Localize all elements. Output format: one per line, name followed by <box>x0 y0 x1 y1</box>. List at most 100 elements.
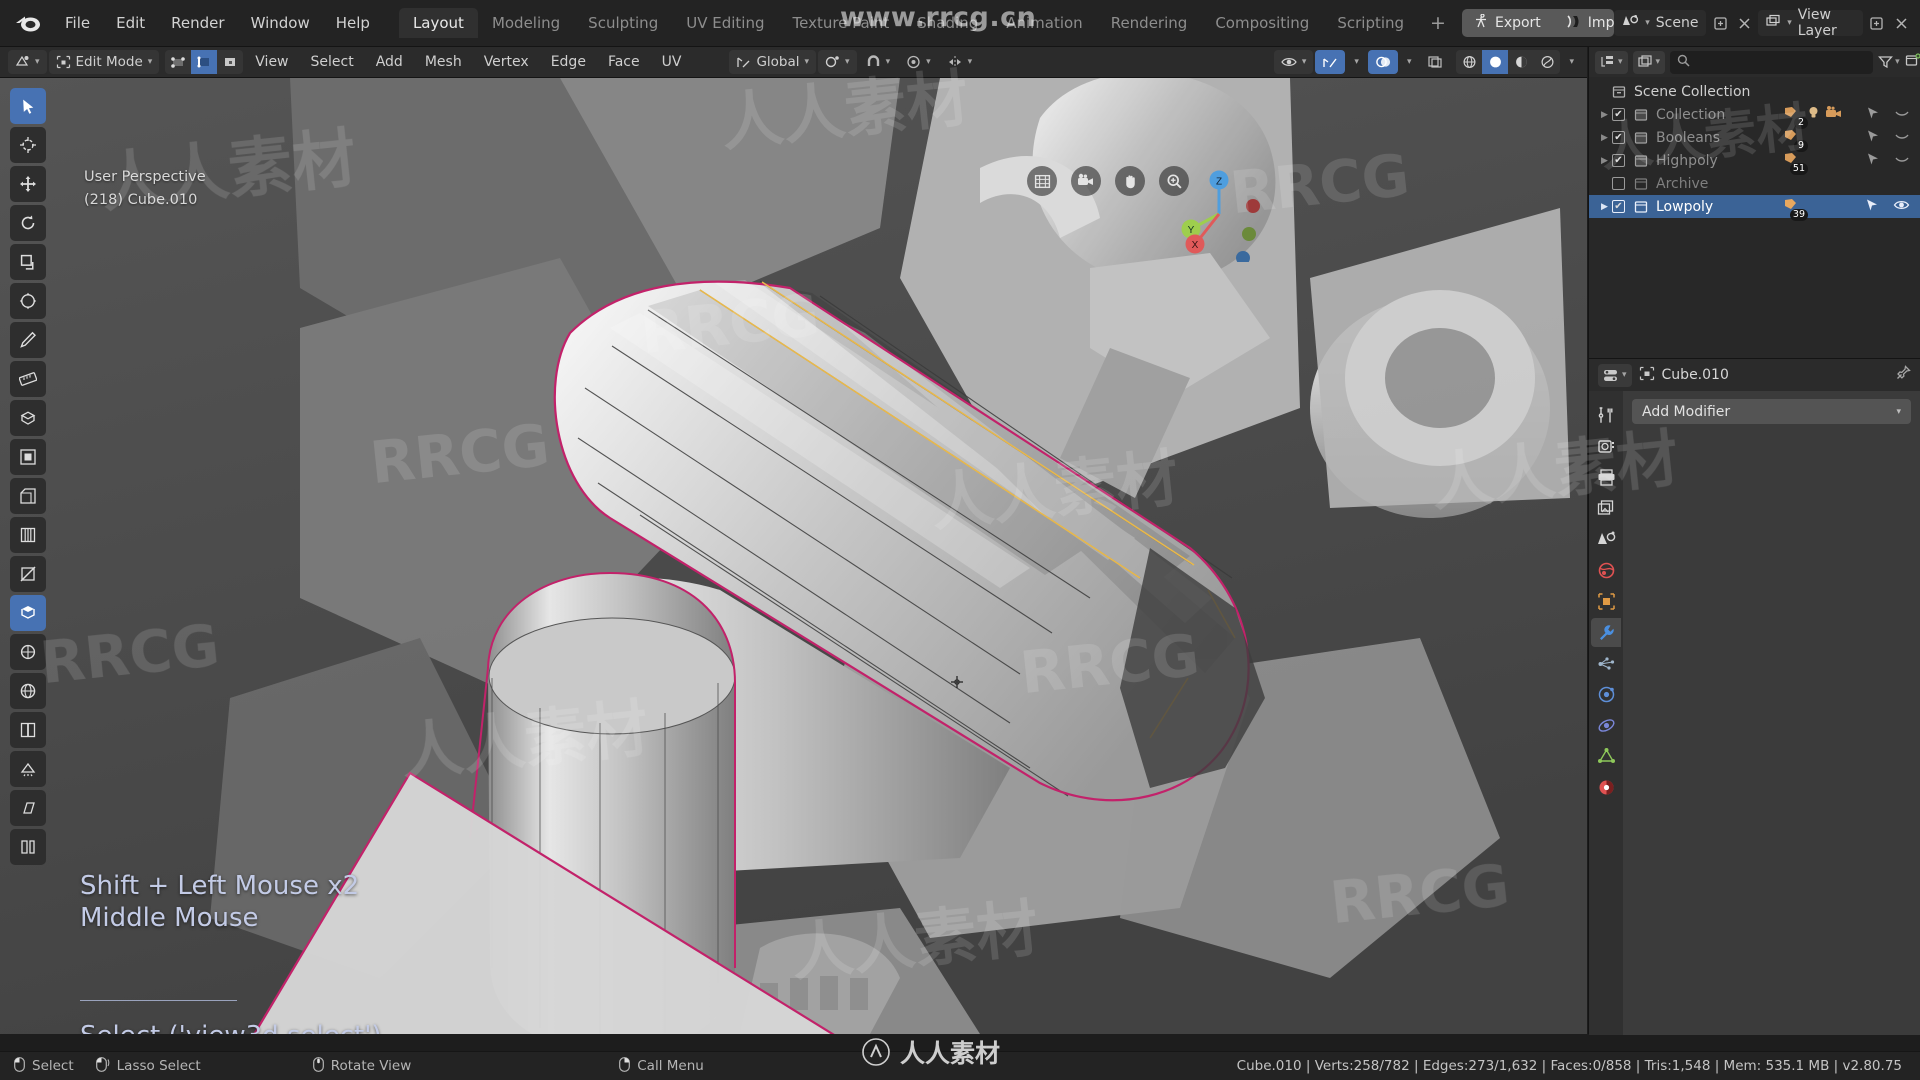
tool-inset-faces[interactable] <box>10 439 46 475</box>
tool-bevel[interactable] <box>10 478 46 514</box>
view-axis-gizmo[interactable]: Z Y X <box>1171 166 1267 262</box>
booleans-checkbox[interactable]: ✔ <box>1612 131 1625 144</box>
select-arrow-icon[interactable] <box>1866 129 1881 147</box>
shading-dropdown[interactable]: ▾ <box>1562 50 1581 74</box>
shading-solid-icon[interactable] <box>1482 50 1509 74</box>
scene-selector[interactable]: ▾ Scene <box>1614 10 1707 36</box>
camera-view-icon[interactable] <box>1071 166 1101 196</box>
viewport-gizmos-toggle[interactable] <box>1315 50 1346 74</box>
shading-rendered-icon[interactable] <box>1534 50 1560 74</box>
tool-loop-cut[interactable] <box>10 517 46 553</box>
proportional-editing-icon[interactable]: ▾ <box>899 50 938 74</box>
menu-help[interactable]: Help <box>323 10 383 36</box>
properties-tab-render[interactable] <box>1591 432 1621 461</box>
pan-view-icon[interactable] <box>1115 166 1145 196</box>
outliner-restrict-collection[interactable] <box>1866 106 1910 124</box>
tab-animation[interactable]: Animation <box>992 8 1096 38</box>
menu-add[interactable]: Add <box>366 51 413 73</box>
gizmos-dropdown[interactable]: ▾ <box>1347 50 1366 74</box>
add-modifier-button[interactable]: Add Modifier ▾ <box>1632 399 1911 424</box>
tab-import[interactable]: Import <box>1553 9 1614 37</box>
tool-knife[interactable] <box>10 556 46 592</box>
import-export-tabs[interactable]: Export Import <box>1461 9 1615 37</box>
tab-export[interactable]: Export <box>1462 9 1553 37</box>
tab-texture-paint[interactable]: Texture Paint <box>778 8 903 38</box>
remove-layer-icon[interactable] <box>1891 10 1912 36</box>
toggle-orthographic-icon[interactable] <box>1027 166 1057 196</box>
workspace-tabs[interactable]: Layout Modeling Sculpting UV Editing Tex… <box>398 8 1458 38</box>
3d-viewport[interactable]: User Perspective (218) Cube.010 Shift + … <box>0 78 1587 1034</box>
menu-uv[interactable]: UV <box>652 51 692 73</box>
viewport-overlays-toggle[interactable] <box>1367 50 1398 74</box>
disclosure-triangle-icon[interactable]: ▶ <box>1597 202 1612 212</box>
add-workspace-button[interactable]: + <box>1418 12 1458 34</box>
select-arrow-icon[interactable] <box>1866 106 1881 124</box>
viewport-nav-buttons[interactable] <box>1027 166 1189 196</box>
properties-tab-particles[interactable] <box>1591 649 1621 678</box>
interaction-mode-selector[interactable]: Edit Mode ▾ <box>48 50 160 74</box>
face-select-mode-icon[interactable] <box>217 50 243 74</box>
tool-poly-build[interactable] <box>10 595 46 631</box>
shading-wireframe-icon[interactable] <box>1456 50 1482 74</box>
editor-type-selector[interactable]: ▾ <box>8 50 47 74</box>
properties-editor-icon[interactable]: ▾ <box>1598 363 1632 387</box>
viewport-visibility-selector[interactable]: ▾ <box>1273 50 1314 74</box>
disclosure-triangle-icon[interactable]: ▶ <box>1597 110 1612 120</box>
outliner-row-booleans[interactable]: ▶ ✔ Booleans 9 <box>1589 126 1920 152</box>
pin-icon[interactable] <box>1895 365 1911 385</box>
hide-closed-eye-icon[interactable] <box>1894 152 1910 170</box>
menu-window[interactable]: Window <box>238 10 323 36</box>
shading-mode-group[interactable] <box>1456 50 1561 74</box>
tool-move[interactable] <box>10 166 46 202</box>
filter-funnel-icon[interactable]: ▾ <box>1878 55 1900 69</box>
tool-smooth[interactable] <box>10 673 46 709</box>
tool-tweak-select[interactable] <box>10 88 46 124</box>
new-layer-icon[interactable] <box>1866 10 1887 36</box>
select-arrow-icon[interactable] <box>1866 152 1881 170</box>
disclosure-triangle-icon[interactable]: ▶ <box>1597 156 1612 166</box>
tab-layout[interactable]: Layout <box>398 8 478 38</box>
tool-rotate[interactable] <box>10 205 46 241</box>
tool-scale[interactable] <box>10 244 46 280</box>
tool-edge-slide[interactable] <box>10 712 46 748</box>
properties-tab-modifier[interactable] <box>1591 618 1621 647</box>
disclosure-triangle-icon[interactable]: ▶ <box>1597 133 1612 143</box>
tab-shading[interactable]: Shading <box>903 8 992 38</box>
menu-view[interactable]: View <box>245 51 298 73</box>
transform-orientation-selector[interactable]: Global ▾ <box>729 50 817 74</box>
properties-tab-world[interactable] <box>1591 556 1621 585</box>
tool-shrink-fatten[interactable] <box>10 751 46 787</box>
outliner-search-input[interactable] <box>1670 50 1874 74</box>
new-collection-icon[interactable] <box>1905 52 1920 72</box>
blender-logo-icon[interactable] <box>14 10 42 36</box>
hide-closed-eye-icon[interactable] <box>1894 129 1910 147</box>
select-arrow-icon[interactable] <box>1865 198 1880 216</box>
outliner-row-scene-collection[interactable]: Scene Collection <box>1589 80 1920 103</box>
hide-closed-eye-icon[interactable] <box>1894 106 1910 124</box>
outliner-search-field[interactable] <box>1696 54 1867 70</box>
show-open-eye-icon[interactable] <box>1893 198 1910 216</box>
mesh-select-mode-group[interactable] <box>165 50 244 74</box>
tab-uv-editing[interactable]: UV Editing <box>672 8 778 38</box>
tool-spin[interactable] <box>10 634 46 670</box>
tool-transform[interactable] <box>10 283 46 319</box>
properties-tab-constraints[interactable] <box>1591 711 1621 740</box>
properties-tab-tool[interactable] <box>1591 401 1621 430</box>
shading-material-preview-icon[interactable] <box>1508 50 1534 74</box>
tab-scripting[interactable]: Scripting <box>1323 8 1418 38</box>
lowpoly-checkbox[interactable]: ✔ <box>1612 200 1625 213</box>
menu-select[interactable]: Select <box>301 51 364 73</box>
collection-checkbox[interactable]: ✔ <box>1612 108 1625 121</box>
tool-annotate[interactable] <box>10 322 46 358</box>
mirror-x-icon[interactable]: ▾ <box>940 50 980 74</box>
breadcrumb[interactable]: Cube.010 <box>1639 366 1729 385</box>
xray-toggle-icon[interactable] <box>1420 50 1450 74</box>
outliner-tree[interactable]: Scene Collection ▶ ✔ Collection 2 ▶ ✔ Bo… <box>1589 77 1920 358</box>
highpoly-checkbox[interactable]: ✔ <box>1612 154 1625 167</box>
outliner-row-archive[interactable]: Archive <box>1589 172 1920 195</box>
tool-rip-region[interactable] <box>10 829 46 865</box>
snap-magnet-icon[interactable]: ▾ <box>859 50 898 74</box>
menu-face[interactable]: Face <box>598 51 650 73</box>
menu-edit[interactable]: Edit <box>103 10 158 36</box>
properties-tab-column[interactable] <box>1589 391 1623 1035</box>
